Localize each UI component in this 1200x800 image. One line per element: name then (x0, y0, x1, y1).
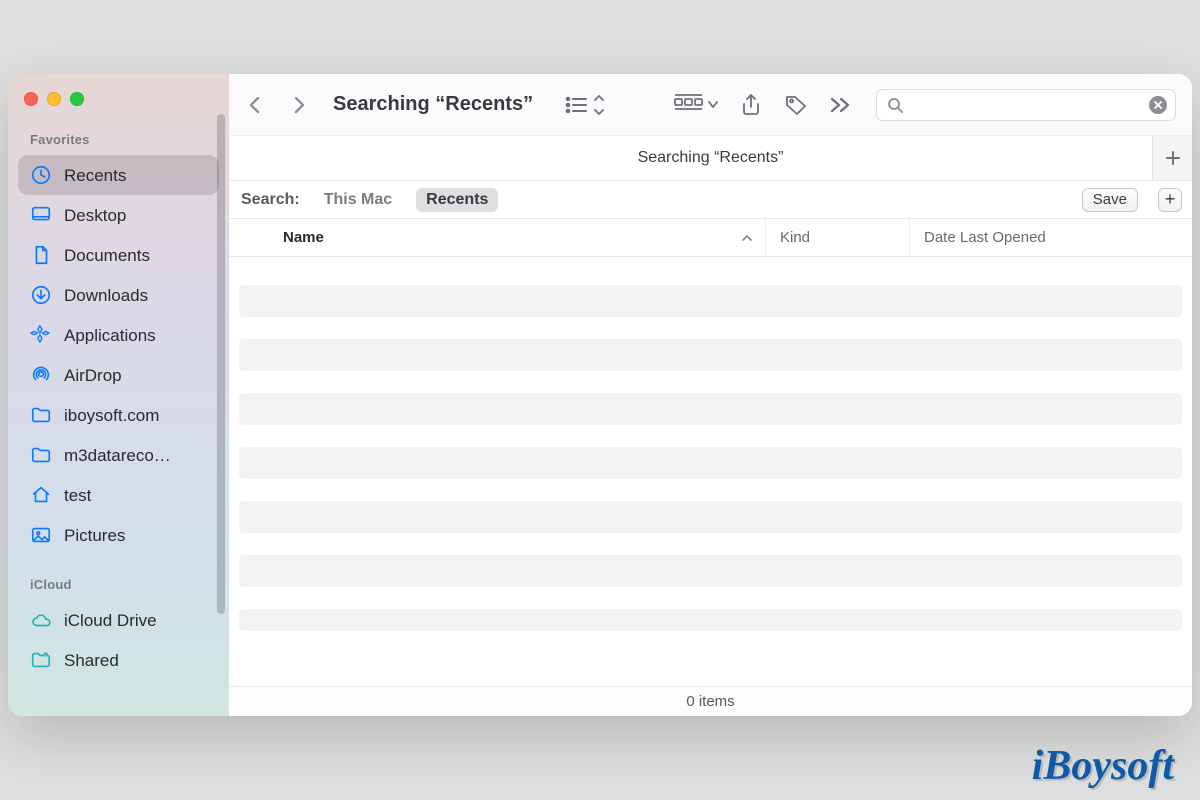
column-header-name[interactable]: Name (229, 219, 765, 256)
sidebar-item-documents[interactable]: Documents (18, 235, 219, 275)
sidebar-item-airdrop[interactable]: AirDrop (18, 355, 219, 395)
sidebar-item-label: Pictures (64, 527, 125, 544)
status-bar: 0 items (229, 686, 1192, 716)
sharedfolder-icon: ✓ (30, 649, 52, 671)
sidebar-item-m3datareco[interactable]: m3datareco… (18, 435, 219, 475)
list-item (239, 339, 1182, 371)
list-item (239, 285, 1182, 317)
item-count: 0 items (686, 693, 734, 710)
scope-recents[interactable]: Recents (416, 188, 498, 212)
add-criteria-button[interactable] (1152, 136, 1192, 180)
toolbar: Searching “Recents” (229, 74, 1192, 136)
list-item (239, 447, 1182, 479)
sidebar-section-title: Favorites (8, 128, 229, 153)
list-item (239, 555, 1182, 587)
clear-search-button[interactable] (1149, 96, 1167, 114)
scope-label: Search: (241, 191, 300, 209)
sidebar-item-label: Downloads (64, 287, 148, 304)
svg-text:✓: ✓ (44, 653, 47, 657)
group-by-button[interactable] (674, 90, 718, 120)
results-list (229, 257, 1192, 686)
location-bar: Searching “Recents” (229, 136, 1192, 181)
sidebar-item-applications[interactable]: Applications (18, 315, 219, 355)
view-options-button[interactable] (564, 90, 604, 120)
window-title: Searching “Recents” (333, 93, 533, 116)
window-controls (8, 92, 229, 128)
toolbar-right-group (564, 90, 852, 120)
sidebar-item-recents[interactable]: Recents (18, 155, 219, 195)
sidebar-item-shared[interactable]: ✓ Shared (18, 640, 219, 680)
airdrop-icon (30, 364, 52, 386)
sidebar-item-downloads[interactable]: Downloads (18, 275, 219, 315)
sidebar-item-label: Shared (64, 652, 119, 669)
sidebar-item-pictures[interactable]: Pictures (18, 515, 219, 555)
sidebar-item-label: iCloud Drive (64, 612, 157, 629)
folder-icon (30, 444, 52, 466)
sidebar-item-icloud-drive[interactable]: iCloud Drive (18, 600, 219, 640)
sidebar-item-iboysoft-com[interactable]: iboysoft.com (18, 395, 219, 435)
sidebar-item-test[interactable]: test (18, 475, 219, 515)
column-headers: Name Kind Date Last Opened (229, 219, 1192, 257)
tags-button[interactable] (784, 90, 808, 120)
desktop-icon (30, 204, 52, 226)
watermark-logo: iBoysoft (1032, 742, 1174, 790)
column-header-kind[interactable]: Kind (765, 219, 909, 256)
house-icon (30, 484, 52, 506)
sidebar-item-label: Recents (64, 167, 126, 184)
sidebar-item-desktop[interactable]: Desktop (18, 195, 219, 235)
back-button[interactable] (241, 90, 269, 120)
sidebar-item-label: Applications (64, 327, 156, 344)
doc-icon (30, 244, 52, 266)
save-search-button[interactable]: Save (1082, 188, 1138, 212)
sidebar-item-label: test (64, 487, 91, 504)
scope-this-mac[interactable]: This Mac (314, 188, 402, 212)
sidebar: Favorites Recents Desktop Documents Download… (8, 74, 229, 716)
sidebar-item-label: AirDrop (64, 367, 122, 384)
minimize-window-button[interactable] (47, 92, 61, 106)
cloud-icon (30, 609, 52, 631)
add-rule-button[interactable]: + (1158, 188, 1182, 212)
clock-icon (30, 164, 52, 186)
sidebar-section-title: iCloud (8, 573, 229, 598)
close-window-button[interactable] (24, 92, 38, 106)
sidebar-item-label: Documents (64, 247, 150, 264)
list-item (239, 501, 1182, 533)
folder-icon (30, 404, 52, 426)
list-item (239, 609, 1182, 631)
sidebar-scrollbar-thumb[interactable] (217, 114, 225, 614)
share-button[interactable] (740, 90, 762, 120)
list-item (239, 393, 1182, 425)
sort-ascending-icon (741, 233, 753, 243)
search-scope-bar: Search: This Mac Recents Save + (229, 181, 1192, 219)
content-area: Searching “Recents” (229, 74, 1192, 716)
search-icon (887, 97, 903, 113)
zoom-window-button[interactable] (70, 92, 84, 106)
finder-window: Favorites Recents Desktop Documents Download… (8, 74, 1192, 716)
forward-button[interactable] (285, 90, 313, 120)
search-field[interactable] (876, 89, 1176, 121)
column-header-date-last-opened[interactable]: Date Last Opened (909, 219, 1192, 256)
download-icon (30, 284, 52, 306)
sidebar-item-label: m3datareco… (64, 447, 171, 464)
picture-icon (30, 524, 52, 546)
sidebar-item-label: iboysoft.com (64, 407, 159, 424)
sidebar-item-label: Desktop (64, 207, 126, 224)
apps-icon (30, 324, 52, 346)
more-toolbar-button[interactable] (830, 90, 852, 120)
column-header-name-label: Name (283, 229, 324, 246)
location-text: Searching “Recents” (638, 149, 784, 167)
